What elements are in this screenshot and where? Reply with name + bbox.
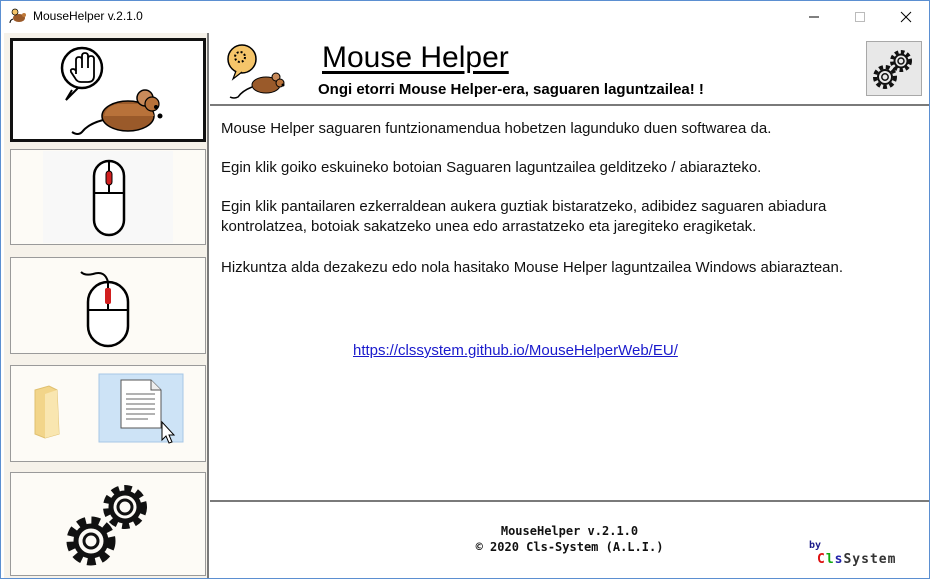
- toggle-instructions-text: Egin klik goiko eskuineko botoian Saguar…: [221, 159, 762, 176]
- app-name-title: Mouse Helper: [322, 41, 509, 74]
- title-bar[interactable]: MouseHelper v.2.1.0: [1, 1, 929, 32]
- mouse-click-icon: [80, 270, 130, 347]
- sidebar-item-helper[interactable]: [10, 38, 206, 142]
- window-title: MouseHelper v.2.1.0: [33, 9, 143, 23]
- footer: MouseHelper v.2.1.0 © 2020 Cls-System (A…: [210, 500, 929, 578]
- hand-mouse-icon: [60, 46, 163, 135]
- sidebar: [4, 33, 209, 578]
- maximize-icon: [855, 11, 865, 22]
- options-instructions-text: Egin klik pantailaren ezkerraldean auker…: [221, 198, 827, 235]
- clssystem-logo: ClsSystem: [817, 552, 896, 567]
- close-icon: [900, 11, 912, 22]
- app-logo-icon: [227, 44, 285, 99]
- sidebar-item-mouse[interactable]: [10, 149, 206, 245]
- sidebar-item-click[interactable]: [10, 257, 206, 354]
- version-label: MouseHelper v.2.1.0: [500, 524, 639, 538]
- mouse-icon: [43, 151, 173, 243]
- minimize-icon: [809, 16, 819, 17]
- by-label: by: [809, 540, 822, 551]
- brand-letter-c: C: [817, 552, 826, 567]
- gears-icon: [873, 49, 912, 89]
- welcome-subtitle: Ongi etorri Mouse Helper-era, saguaren l…: [318, 81, 704, 98]
- gears-icon: [66, 485, 147, 566]
- content-panel: Mouse Helper saguaren funtzionamendua ho…: [210, 108, 929, 500]
- language-instructions-text: Hizkuntza alda dezakezu edo nola hasitak…: [221, 259, 844, 276]
- sidebar-item-drag-drop[interactable]: [10, 365, 206, 462]
- brand-letter-l: l: [825, 552, 835, 567]
- sidebar-item-settings[interactable]: [10, 472, 206, 576]
- minimize-button[interactable]: [791, 1, 837, 32]
- maximize-button[interactable]: [837, 1, 883, 32]
- close-button[interactable]: [883, 1, 929, 32]
- app-mouse-icon: [9, 8, 26, 24]
- header: Mouse Helper Ongi etorri Mouse Helper-er…: [210, 33, 929, 106]
- start-stop-helper-button[interactable]: [866, 41, 922, 96]
- app-window: MouseHelper v.2.1.0 Mouse Helper Ongi et…: [0, 0, 930, 579]
- brand-word-system: System: [843, 552, 897, 567]
- website-link[interactable]: https://clssystem.github.io/MouseHelperW…: [353, 342, 678, 359]
- folder-document-icon: [34, 373, 184, 444]
- intro-text: Mouse Helper saguaren funtzionamendua ho…: [221, 120, 772, 137]
